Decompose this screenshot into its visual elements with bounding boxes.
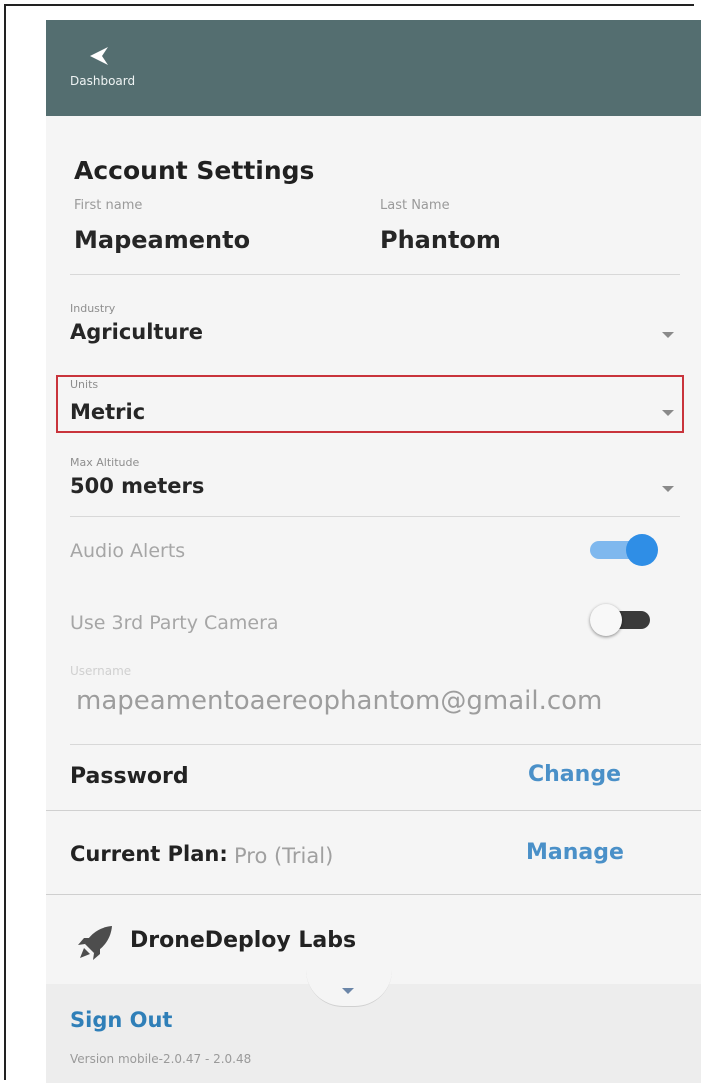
current-plan-value: Pro (Trial): [234, 844, 334, 868]
toggle-thumb: [626, 534, 658, 566]
rocket-icon: [78, 926, 112, 960]
max-altitude-select[interactable]: Max Altitude 500 meters: [70, 456, 680, 508]
units-select[interactable]: Units Metric: [70, 378, 680, 430]
back-to-dashboard-button[interactable]: Dashboard: [70, 46, 135, 104]
first-name-label: First name: [74, 198, 143, 213]
account-settings-panel: Account Settings First name Mapeamento L…: [46, 116, 701, 1083]
username-value: mapeamentoaereophantom@gmail.com: [76, 686, 603, 716]
page-title: Account Settings: [74, 156, 315, 185]
third-party-camera-toggle[interactable]: [586, 602, 662, 638]
divider: [46, 894, 701, 895]
version-text: Version mobile-2.0.47 - 2.0.48: [70, 1052, 252, 1066]
labs-label: DroneDeploy Labs: [130, 928, 357, 953]
chevron-down-icon: [662, 486, 674, 492]
sign-out-link[interactable]: Sign Out: [70, 1008, 172, 1032]
units-value: Metric: [70, 400, 146, 424]
third-party-camera-label: Use 3rd Party Camera: [70, 612, 279, 634]
divider: [70, 274, 680, 275]
industry-select[interactable]: Industry Agriculture: [70, 302, 680, 354]
app-header: Dashboard: [46, 20, 701, 116]
change-password-button[interactable]: Change: [528, 762, 621, 787]
back-arrow-icon: [90, 47, 108, 65]
chevron-down-icon: [662, 332, 674, 338]
expand-handle[interactable]: [306, 970, 392, 1007]
password-label: Password: [70, 764, 189, 789]
manage-plan-button[interactable]: Manage: [526, 840, 624, 865]
audio-alerts-toggle[interactable]: [586, 532, 662, 568]
footer-panel: Sign Out Version mobile-2.0.47 - 2.0.48: [46, 970, 701, 1083]
divider: [46, 810, 701, 811]
audio-alerts-label: Audio Alerts: [70, 540, 186, 562]
divider: [70, 744, 701, 745]
last-name-label: Last Name: [380, 198, 450, 213]
max-altitude-value: 500 meters: [70, 474, 205, 498]
current-plan-label: Current Plan:: [70, 842, 228, 866]
toggle-thumb: [590, 604, 622, 636]
divider: [70, 516, 680, 517]
first-name-field[interactable]: Mapeamento: [74, 226, 250, 254]
chevron-down-icon: [342, 988, 354, 994]
max-altitude-label: Max Altitude: [70, 456, 140, 469]
last-name-field[interactable]: Phantom: [380, 226, 501, 254]
back-label: Dashboard: [70, 74, 136, 88]
industry-label: Industry: [70, 302, 116, 315]
username-label: Username: [70, 664, 132, 678]
chevron-down-icon: [662, 410, 674, 416]
units-label: Units: [70, 378, 99, 391]
industry-value: Agriculture: [70, 320, 204, 344]
